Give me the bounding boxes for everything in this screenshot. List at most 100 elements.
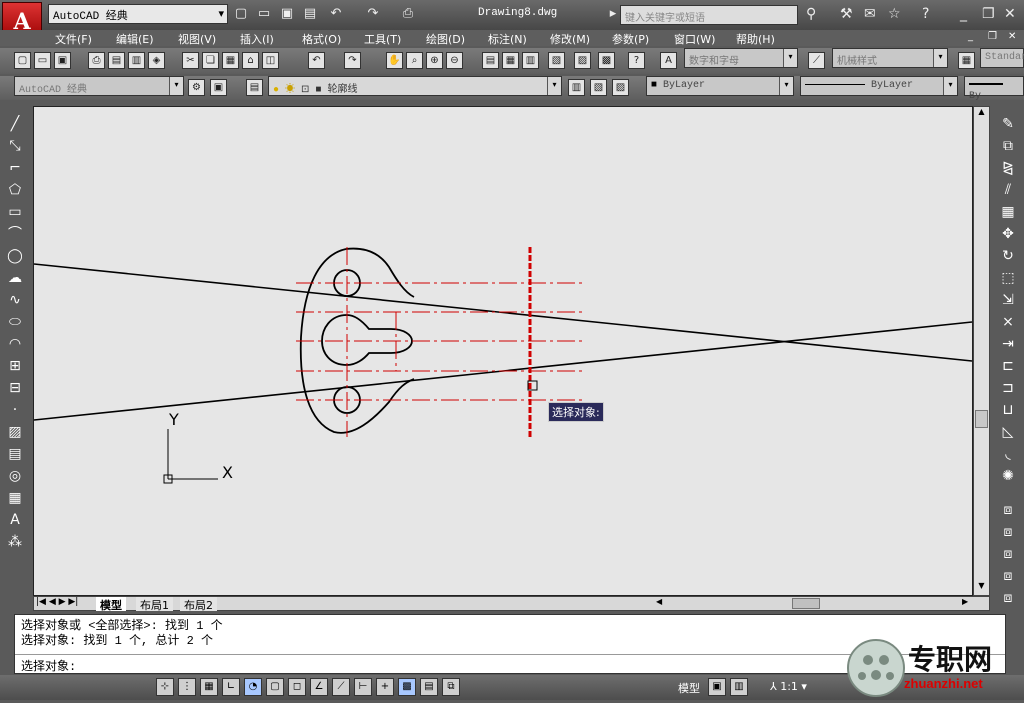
- minimize-window-icon[interactable]: _: [960, 6, 967, 22]
- dynamic-input-icon[interactable]: ⊢: [354, 678, 372, 696]
- 3d-dwf-icon[interactable]: ◈: [148, 52, 165, 69]
- layer-manager-icon[interactable]: ▤: [246, 79, 263, 96]
- horizontal-scroll-thumb[interactable]: [792, 598, 820, 609]
- region-icon[interactable]: ◎: [5, 466, 25, 486]
- menu-tools[interactable]: 工具(T): [364, 31, 401, 47]
- move-icon[interactable]: ✥: [998, 224, 1018, 244]
- subscription-icon[interactable]: ⚒: [840, 6, 853, 22]
- linetype-select[interactable]: ByLayer ▾: [800, 76, 958, 96]
- copy-icon[interactable]: ❏: [202, 52, 219, 69]
- ellipse-arc-icon[interactable]: ◠: [5, 334, 25, 354]
- annotation-scale[interactable]: ⅄ 1:1 ▾: [770, 680, 807, 693]
- dim-style-select[interactable]: 机械样式 ▾: [832, 48, 948, 68]
- send-under-icon[interactable]: ⧈: [998, 566, 1018, 586]
- workspace-settings-icon[interactable]: ⚙: [188, 79, 205, 96]
- close-window-icon[interactable]: ✕: [1004, 6, 1016, 22]
- color-select[interactable]: ■ ByLayer ▾: [646, 76, 794, 96]
- vertical-scroll-thumb[interactable]: [975, 410, 988, 428]
- match-prop-icon[interactable]: ⌂: [242, 52, 259, 69]
- grid-display-icon[interactable]: ▦: [200, 678, 218, 696]
- quick-view-layouts-icon[interactable]: ▣: [708, 678, 726, 696]
- table-style-icon[interactable]: ▦: [958, 52, 975, 69]
- zoom-previous-icon[interactable]: ⊖: [446, 52, 463, 69]
- menu-help[interactable]: 帮助(H): [736, 31, 775, 47]
- snap-mode-icon[interactable]: ⋮: [178, 678, 196, 696]
- array-icon[interactable]: ▦: [998, 202, 1018, 222]
- favorites-star-icon[interactable]: ☆: [888, 6, 901, 22]
- erase-icon[interactable]: ✎: [998, 114, 1018, 134]
- menu-draw[interactable]: 绘图(D): [426, 31, 465, 47]
- table-style-select[interactable]: Standar: [980, 48, 1024, 68]
- selection-cycling-icon[interactable]: ⧉: [442, 678, 460, 696]
- layer-state-icon[interactable]: ▨: [612, 79, 629, 96]
- menu-modify[interactable]: 修改(M): [550, 31, 590, 47]
- stretch-icon[interactable]: ⇲: [998, 290, 1018, 310]
- quick-properties-icon[interactable]: ▤: [420, 678, 438, 696]
- help-tb-icon[interactable]: ?: [628, 52, 645, 69]
- object-snap-icon[interactable]: ▢: [266, 678, 284, 696]
- undo-icon[interactable]: ↶: [328, 6, 344, 22]
- redo-icon[interactable]: ↷: [365, 6, 381, 22]
- doc-restore-icon[interactable]: ❐: [988, 31, 997, 42]
- undo-tb-icon[interactable]: ↶: [308, 52, 325, 69]
- rotate-icon[interactable]: ↻: [998, 246, 1018, 266]
- line-icon[interactable]: ╱: [5, 114, 25, 134]
- draw-order-back-icon[interactable]: ⧈: [998, 522, 1018, 542]
- save-as-icon[interactable]: ▤: [302, 6, 318, 22]
- plot-icon[interactable]: ⎙: [88, 52, 105, 69]
- table-icon[interactable]: ▦: [5, 488, 25, 508]
- gradient-icon[interactable]: ▤: [5, 444, 25, 464]
- new-file-icon[interactable]: ▢: [233, 6, 249, 22]
- redo-tb-icon[interactable]: ↷: [344, 52, 361, 69]
- open-folder-icon[interactable]: ▭: [256, 6, 272, 22]
- trim-icon[interactable]: ⨯: [998, 312, 1018, 332]
- spline-icon[interactable]: ∿: [5, 290, 25, 310]
- zoom-window-icon[interactable]: ⊕: [426, 52, 443, 69]
- drawing-canvas[interactable]: Y X: [33, 106, 973, 596]
- workspace-select[interactable]: AutoCAD 经典 ▾: [48, 4, 228, 24]
- scroll-down-icon[interactable]: ▼: [974, 581, 989, 595]
- infer-constraints-icon[interactable]: ⊹: [156, 678, 174, 696]
- break-at-point-icon[interactable]: ⊏: [998, 356, 1018, 376]
- lineweight-toggle-icon[interactable]: +: [376, 678, 394, 696]
- doc-close-icon[interactable]: ✕: [1008, 31, 1016, 42]
- ortho-mode-icon[interactable]: ∟: [222, 678, 240, 696]
- arc-icon[interactable]: ⌒: [5, 224, 25, 244]
- scroll-right-icon[interactable]: ▶: [962, 597, 968, 606]
- 3d-osnap-icon[interactable]: ◻: [288, 678, 306, 696]
- construction-line-icon[interactable]: ⤡: [5, 136, 25, 156]
- menu-dimension[interactable]: 标注(N): [488, 31, 527, 47]
- tool-palette-icon[interactable]: ▥: [522, 52, 539, 69]
- publish-icon[interactable]: ▥: [128, 52, 145, 69]
- model-space-label[interactable]: 模型: [678, 680, 700, 696]
- object-snap-tracking-icon[interactable]: ∠: [310, 678, 328, 696]
- ellipse-icon[interactable]: ⬭: [5, 312, 25, 332]
- revision-cloud-icon[interactable]: ☁: [5, 268, 25, 288]
- make-current-layer-icon[interactable]: ▥: [568, 79, 585, 96]
- menu-file[interactable]: 文件(F): [55, 31, 92, 47]
- scale-icon[interactable]: ⬚: [998, 268, 1018, 288]
- fillet-icon[interactable]: ◟: [998, 444, 1018, 464]
- vertical-scrollbar[interactable]: ▲ ▼: [973, 106, 990, 596]
- workspace-save-icon[interactable]: ▣: [210, 79, 227, 96]
- dynamic-ucs-icon[interactable]: ⟋: [332, 678, 350, 696]
- scroll-left-icon[interactable]: ◀: [656, 597, 662, 606]
- layer-previous-icon[interactable]: ▧: [590, 79, 607, 96]
- scroll-up-icon[interactable]: ▲: [974, 107, 989, 121]
- sheet-set-icon[interactable]: ▧: [548, 52, 565, 69]
- communication-icon[interactable]: ✉: [864, 6, 876, 22]
- qnew-icon[interactable]: ▢: [14, 52, 31, 69]
- lineweight-select[interactable]: By: [964, 76, 1024, 102]
- menu-edit[interactable]: 编辑(E): [116, 31, 154, 47]
- calculator-icon[interactable]: ▩: [598, 52, 615, 69]
- extend-icon[interactable]: ⇥: [998, 334, 1018, 354]
- pan-icon[interactable]: ✋: [386, 52, 403, 69]
- properties-icon[interactable]: ▤: [482, 52, 499, 69]
- hatch-icon[interactable]: ▨: [5, 422, 25, 442]
- insert-block-icon[interactable]: ⊞: [5, 356, 25, 376]
- text-to-front-icon[interactable]: ⧈: [998, 588, 1018, 608]
- tab-nav-arrows-icon[interactable]: |◀ ◀ ▶ ▶|: [36, 597, 78, 607]
- help-icon[interactable]: ?: [922, 6, 929, 22]
- make-block-icon[interactable]: ⊟: [5, 378, 25, 398]
- break-icon[interactable]: ⊐: [998, 378, 1018, 398]
